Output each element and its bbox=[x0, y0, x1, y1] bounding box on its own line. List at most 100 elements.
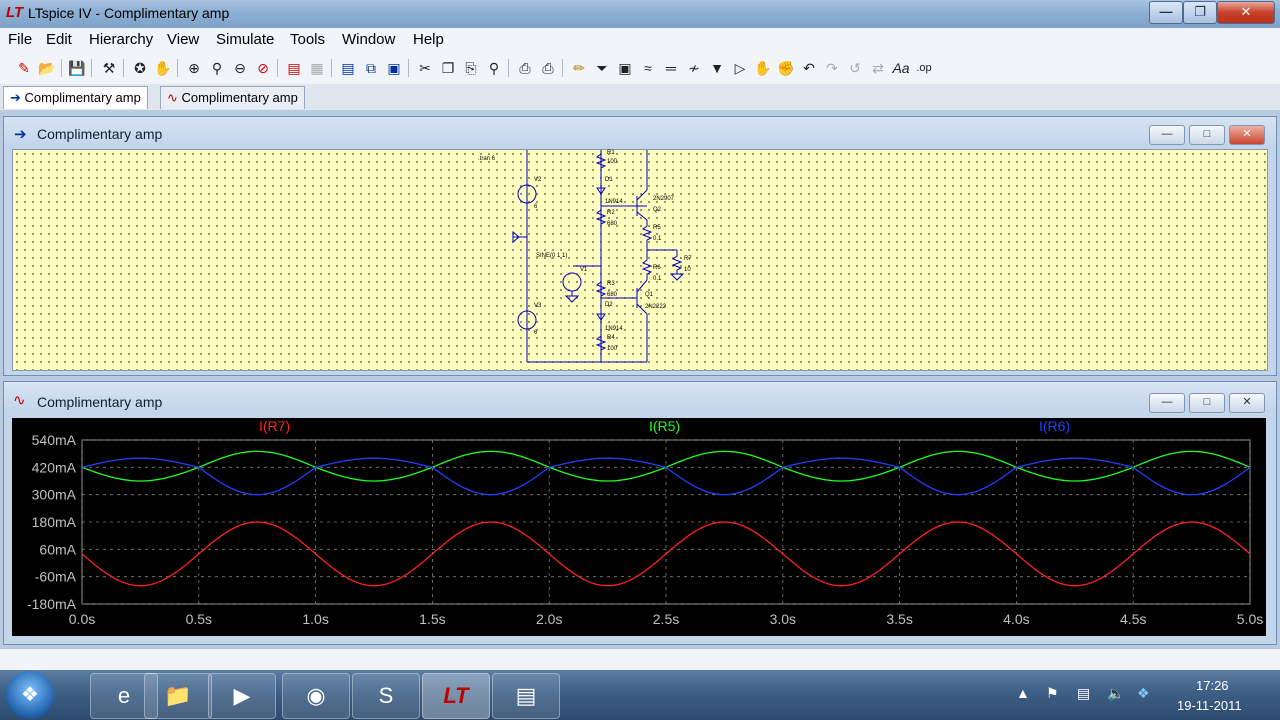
firefox-taskbar-icon[interactable]: ◉ bbox=[282, 673, 350, 719]
mirror-icon[interactable]: ⇄ bbox=[868, 57, 888, 79]
find-icon[interactable]: ⚲ bbox=[484, 57, 504, 79]
y-tick-label: 540mA bbox=[32, 432, 77, 448]
x-tick-label: 0.5s bbox=[186, 611, 212, 627]
rotate-icon[interactable]: ↺ bbox=[845, 57, 865, 79]
explorer-taskbar-icon[interactable]: 📁 bbox=[144, 673, 212, 719]
halt-icon[interactable]: ✋ bbox=[153, 57, 173, 79]
v2-value: 6 bbox=[534, 204, 538, 210]
grid-icon[interactable]: ▦ bbox=[307, 57, 327, 79]
schematic-maximize-button[interactable]: □ bbox=[1189, 125, 1225, 145]
y-tick-label: 180mA bbox=[32, 514, 77, 530]
task-manager-taskbar-icon[interactable]: ▤ bbox=[492, 673, 560, 719]
draw-wire-icon[interactable]: ✏ bbox=[569, 57, 589, 79]
x-tick-label: 1.5s bbox=[419, 611, 445, 627]
ltspice-taskbar-icon[interactable]: LT bbox=[422, 673, 490, 719]
menu-hierarchy[interactable]: Hierarchy bbox=[89, 31, 153, 48]
tab-schematic[interactable]: ➔ Complimentary amp bbox=[3, 86, 148, 109]
y-tick-label: 420mA bbox=[32, 459, 77, 475]
drag-icon[interactable]: ✊ bbox=[776, 57, 796, 79]
minimize-button[interactable]: — bbox=[1149, 1, 1183, 24]
action-center-flag-icon[interactable]: ⚑ bbox=[1046, 685, 1059, 702]
cut-icon[interactable]: ✂ bbox=[415, 57, 435, 79]
status-bar bbox=[0, 648, 1280, 671]
x-tick-label: 4.0s bbox=[1003, 611, 1029, 627]
zoom-out-icon[interactable]: ⊖ bbox=[230, 57, 250, 79]
diode-icon[interactable]: ▼ bbox=[707, 57, 727, 79]
r2-label: R2 bbox=[607, 210, 615, 216]
copy-icon[interactable]: ❐ bbox=[438, 57, 458, 79]
start-button[interactable]: ❖ bbox=[6, 671, 54, 719]
restore-button[interactable]: ❐ bbox=[1183, 1, 1217, 24]
r5-value: 0.1 bbox=[653, 236, 662, 242]
spice-directive-icon[interactable]: .op bbox=[914, 57, 934, 79]
dropbox-icon[interactable]: ❖ bbox=[1137, 685, 1150, 702]
capacitor-icon[interactable]: ═ bbox=[661, 57, 681, 79]
waveform-icon: ∿ bbox=[167, 90, 178, 105]
r1-label: R1 bbox=[607, 150, 615, 156]
close-all-icon[interactable]: ▣ bbox=[384, 57, 404, 79]
control-panel-icon[interactable]: ⚒ bbox=[99, 57, 119, 79]
r4-value: 100 bbox=[607, 346, 618, 352]
show-hidden-icons-icon[interactable]: ▲ bbox=[1016, 685, 1030, 701]
clock-date[interactable]: 19-11-2011 bbox=[1177, 698, 1242, 713]
r1-value: 100 bbox=[607, 159, 618, 165]
menu-view[interactable]: View bbox=[167, 31, 199, 48]
menu-window[interactable]: Window bbox=[342, 31, 395, 48]
tab-waveform[interactable]: ∿ Complimentary amp bbox=[160, 86, 305, 109]
tile-horizontal-icon[interactable]: ▤ bbox=[338, 57, 358, 79]
schematic-close-button[interactable]: ✕ bbox=[1229, 125, 1265, 145]
menu-help[interactable]: Help bbox=[413, 31, 444, 48]
open-icon[interactable]: 📂 bbox=[37, 57, 57, 79]
volume-icon[interactable]: 🔈 bbox=[1107, 685, 1124, 702]
paste-icon[interactable]: ⎘ bbox=[461, 57, 481, 79]
x-tick-label: 2.0s bbox=[536, 611, 562, 627]
move-icon[interactable]: ✋ bbox=[753, 57, 773, 79]
cascade-icon[interactable]: ⧉ bbox=[361, 57, 381, 79]
print-icon[interactable]: ⎙ bbox=[538, 57, 558, 79]
label-net-icon[interactable]: ▣ bbox=[615, 57, 635, 79]
menu-file[interactable]: File bbox=[8, 31, 32, 48]
toolbar: ✎ 📂 💾 ⚒ ✪ ✋ ⊕ ⚲ ⊖ ⊘ ▤ ▦ ▤ ⧉ ▣ ✂ ❐ ⎘ ⚲ ⎙ … bbox=[0, 52, 1280, 85]
undo-icon[interactable]: ↶ bbox=[799, 57, 819, 79]
r4-label: R4 bbox=[607, 335, 615, 341]
inductor-icon[interactable]: ≁ bbox=[684, 57, 704, 79]
r7-value: 10 bbox=[684, 267, 691, 273]
clock-time[interactable]: 17:26 bbox=[1196, 678, 1229, 693]
zoom-fit-icon[interactable]: ⊘ bbox=[253, 57, 273, 79]
component-icon[interactable]: ▷ bbox=[730, 57, 750, 79]
x-tick-label: 3.5s bbox=[886, 611, 912, 627]
schematic-minimize-button[interactable]: — bbox=[1149, 125, 1185, 145]
toolbar-separator bbox=[91, 59, 92, 77]
tran-directive[interactable]: .tran 6 bbox=[478, 156, 495, 162]
autorange-icon[interactable]: ▤ bbox=[284, 57, 304, 79]
menu-simulate[interactable]: Simulate bbox=[216, 31, 274, 48]
print-setup-icon[interactable]: ⎙ bbox=[515, 57, 535, 79]
y-tick-label: 300mA bbox=[32, 487, 77, 503]
close-button[interactable]: ✕ bbox=[1217, 1, 1275, 24]
zoom-area-icon[interactable]: ⊕ bbox=[184, 57, 204, 79]
redo-icon[interactable]: ↷ bbox=[822, 57, 842, 79]
schematic-canvas[interactable]: .tran 6 R1 100 D1 1N914 R2 680 2N2907 Q2… bbox=[12, 149, 1268, 371]
pan-icon[interactable]: ⚲ bbox=[207, 57, 227, 79]
ground-icon[interactable]: ⏷ bbox=[592, 57, 612, 79]
waveform-maximize-button[interactable]: □ bbox=[1189, 393, 1225, 413]
v2-label: V2 bbox=[534, 177, 542, 183]
waveform-plot[interactable]: I(R7) I(R5) I(R6) 540mA 420mA 300mA 180mA 60… bbox=[12, 418, 1266, 636]
new-schematic-icon[interactable]: ✎ bbox=[14, 57, 34, 79]
q1-label: Q1 bbox=[645, 292, 654, 298]
resistor-icon[interactable]: ≈ bbox=[638, 57, 658, 79]
text-icon[interactable]: Aa bbox=[891, 57, 911, 79]
waveform-minimize-button[interactable]: — bbox=[1149, 393, 1185, 413]
v1-label: V1 bbox=[580, 267, 588, 273]
waveform-close-button[interactable]: ✕ bbox=[1229, 393, 1265, 413]
toolbar-separator bbox=[331, 59, 332, 77]
y-tick-label: -180mA bbox=[27, 596, 77, 612]
r7-label: R7 bbox=[684, 256, 692, 262]
skype-taskbar-icon[interactable]: S bbox=[352, 673, 420, 719]
menu-edit[interactable]: Edit bbox=[46, 31, 72, 48]
media-player-taskbar-icon[interactable]: ▶ bbox=[208, 673, 276, 719]
save-icon[interactable]: 💾 bbox=[67, 57, 87, 79]
menu-tools[interactable]: Tools bbox=[290, 31, 325, 48]
network-icon[interactable]: ▤ bbox=[1077, 685, 1090, 702]
run-icon[interactable]: ✪ bbox=[130, 57, 150, 79]
